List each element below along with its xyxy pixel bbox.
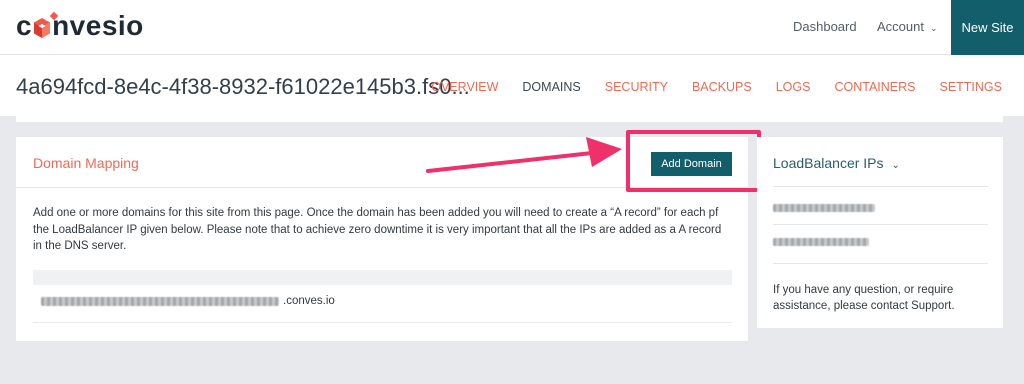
blurred-ip-address [773,204,875,212]
annotation-arrow-icon [426,137,622,173]
loadbalancer-toggle[interactable]: LoadBalancer IPs ⌄ [773,155,900,171]
chevron-down-icon: ⌄ [891,160,900,171]
convesio-logo[interactable]: c nvesio [16,10,144,42]
tab-security[interactable]: SECURITY [605,80,668,94]
logo-cube-icon [33,11,59,39]
new-site-button[interactable]: New Site [951,0,1024,55]
annotation-highlight-box [626,130,761,192]
nav-account-menu[interactable]: Account ⌄ [877,19,938,34]
blurred-ip-address [773,238,869,246]
tab-domains[interactable]: DOMAINS [522,80,580,94]
loadbalancer-title: LoadBalancer IPs [773,155,884,171]
chevron-down-icon: ⌄ [929,23,938,33]
tab-logs[interactable]: LOGS [776,80,811,94]
page-title: 4a694fcd-8e4c-4f38-8932-f61022e145b3.fs0… [16,74,470,99]
nav-account-label: Account [877,19,924,34]
tab-containers[interactable]: CONTAINERS [834,80,915,94]
domain-suffix: .conves.io [283,295,335,307]
logo-suffix: nvesio [52,10,144,41]
logo-prefix: c [16,10,33,41]
domain-mapping-description: Add one or more domains for this site fr… [33,207,722,252]
previous-panel-edge [16,116,1003,122]
tab-settings[interactable]: SETTINGS [939,80,1002,94]
tab-overview[interactable]: OVERVIEW [431,80,498,94]
top-navbar: c nvesio Dashboard Account ⌄ New Site [0,0,1024,55]
side-divider [773,186,988,187]
loadbalancer-panel: LoadBalancer IPs ⌄ If you have any questi… [757,137,1003,328]
loadbalancer-help-text: If you have any question, or require ass… [773,284,955,312]
site-tabs: OVERVIEW DOMAINS SECURITY BACKUPS LOGS C… [407,80,1002,94]
blurred-domain-text [41,297,279,306]
side-divider [773,224,988,225]
domain-mapping-title: Domain Mapping [33,155,139,171]
tab-backups[interactable]: BACKUPS [692,80,752,94]
domain-row[interactable]: .conves.io [33,285,732,323]
side-divider [773,263,988,264]
domains-table-header [33,270,732,285]
nav-dashboard-link[interactable]: Dashboard [793,19,857,34]
